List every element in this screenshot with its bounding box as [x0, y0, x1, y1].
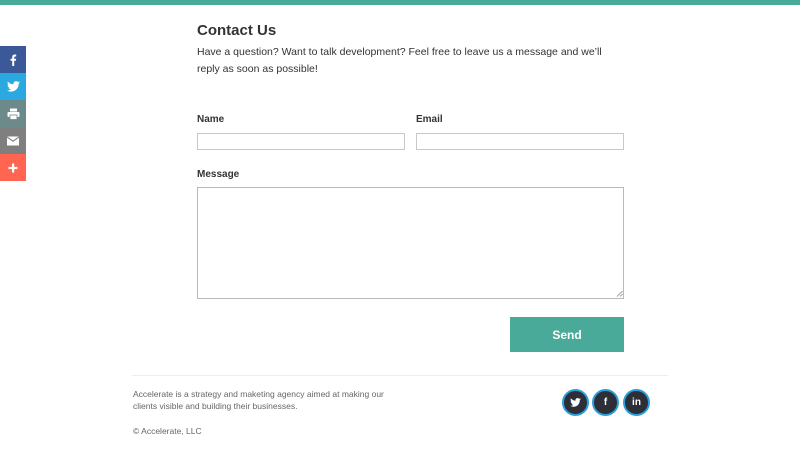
share-twitter-button[interactable] [0, 73, 26, 100]
twitter-icon [570, 398, 581, 407]
footer-description: Accelerate is a strategy and maketing ag… [133, 389, 384, 411]
print-icon [7, 108, 19, 120]
name-label: Name [197, 114, 225, 125]
footer-facebook-button[interactable]: f [592, 389, 619, 416]
copyright-text: © Accelerate, LLC [133, 426, 202, 436]
footer-linkedin-button[interactable]: in [623, 389, 650, 416]
email-icon [7, 136, 19, 145]
plus-icon [8, 163, 18, 172]
share-sidebar [0, 46, 26, 181]
facebook-icon [10, 54, 17, 66]
message-textarea[interactable] [197, 187, 624, 299]
intro-text: Have a question? Want to talk developmen… [197, 46, 602, 75]
message-label: Message [197, 169, 240, 180]
footer-twitter-button[interactable] [562, 389, 589, 416]
footer-divider [132, 375, 668, 376]
email-label: Email [416, 114, 443, 125]
share-more-button[interactable] [0, 154, 26, 181]
share-facebook-button[interactable] [0, 46, 26, 73]
linkedin-icon: in [632, 397, 641, 408]
share-print-button[interactable] [0, 100, 26, 127]
top-accent-bar [0, 0, 800, 5]
share-email-button[interactable] [0, 127, 26, 154]
resize-grip-icon[interactable] [616, 290, 623, 297]
twitter-icon [6, 81, 20, 92]
facebook-icon: f [603, 397, 608, 408]
name-input[interactable] [197, 133, 405, 150]
email-input[interactable] [416, 133, 624, 150]
page-title: Contact Us [197, 22, 277, 39]
send-button[interactable]: Send [510, 317, 624, 352]
